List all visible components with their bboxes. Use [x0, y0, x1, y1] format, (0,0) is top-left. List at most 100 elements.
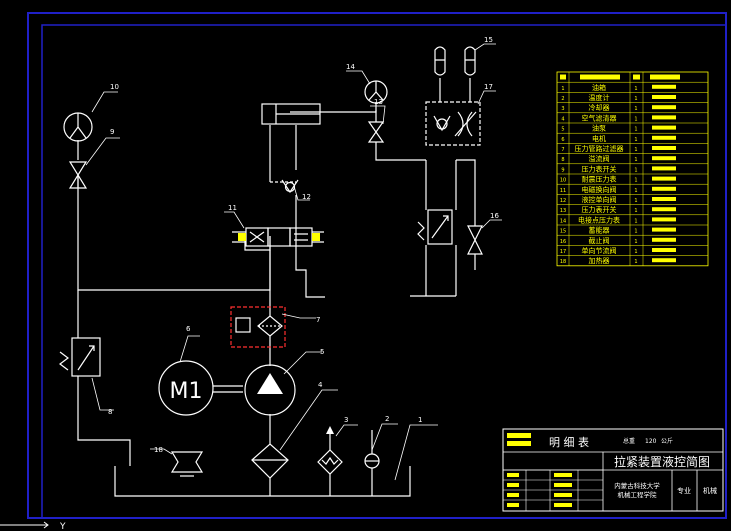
part-quantity: 1 — [634, 116, 637, 122]
part-quantity: 1 — [634, 86, 637, 92]
part-number: 11 — [560, 188, 566, 194]
check-valve-seat-17 — [433, 115, 451, 132]
part-quantity: 1 — [634, 229, 637, 235]
drawing-title: 拉紧装置液控简图 — [614, 454, 710, 469]
parts-list-table: 1 油箱 12 温度计 13 冷却器 14 空气滤清器 15 油泵 16 电机 17 压力管路过滤器 18 溢… — [556, 71, 709, 267]
part-spec-mark — [652, 135, 676, 140]
part-name: 电磁换向阀 — [582, 185, 617, 194]
part-number: 5 — [561, 127, 564, 133]
leader-lines — [85, 43, 502, 481]
cooler-3 — [317, 449, 343, 475]
signature-cell-mark — [507, 473, 519, 477]
relief-valve-arrow — [77, 345, 95, 371]
part-name: 冷却器 — [589, 103, 610, 112]
axis-label: Y — [59, 522, 66, 531]
callout-12: 12 — [302, 193, 311, 201]
part-number: 15 — [560, 229, 566, 235]
callout-13: 13 — [374, 98, 383, 106]
part-number: 4 — [561, 116, 564, 122]
solenoid-valve-center-spool — [267, 227, 291, 247]
part-quantity: 1 — [634, 137, 637, 143]
part-spec-mark — [652, 248, 676, 252]
part-number: 12 — [560, 198, 566, 204]
valve-return-a — [244, 236, 271, 251]
signature-cell-mark — [554, 483, 572, 487]
callout-7: 7 — [316, 316, 320, 324]
part-quantity: 1 — [634, 167, 637, 173]
relief-return-line — [77, 376, 131, 466]
parts-table-header-mark — [560, 74, 566, 80]
leader-10 — [91, 91, 118, 113]
parts-table-header-mark — [580, 74, 620, 80]
throttle-adjust-17 — [454, 111, 477, 137]
part-number: 2 — [561, 96, 564, 102]
accumulator-15-b — [464, 46, 476, 76]
leader-13 — [370, 105, 386, 125]
motor-label: M1 — [170, 379, 203, 404]
ucs-axis-indicator: Y — [0, 521, 66, 531]
callout-10: 10 — [110, 83, 119, 91]
callout-16: 16 — [490, 212, 499, 220]
callout-17: 17 — [484, 83, 493, 91]
leader-15 — [474, 43, 496, 51]
motor-coupling — [213, 385, 243, 393]
check-throttle-box — [425, 101, 481, 146]
part-spec-mark — [652, 95, 676, 99]
part-spec-mark — [652, 197, 676, 201]
callout-3: 3 — [344, 416, 348, 424]
part-number: 1 — [561, 86, 564, 92]
leader-7 — [281, 313, 316, 319]
part-name: 溢流阀 — [589, 154, 610, 163]
parts-table-row: 11 电磁换向阀 1 — [560, 185, 676, 194]
part-name: 电接点压力表 — [578, 215, 620, 224]
parts-table-header-mark — [650, 74, 680, 80]
part-quantity: 1 — [634, 127, 637, 133]
signature-cell-mark — [554, 473, 572, 477]
part-name: 温度计 — [589, 93, 610, 102]
part-number: 18 — [560, 259, 566, 265]
part-quantity: 1 — [634, 188, 637, 194]
callout-14: 14 — [346, 63, 355, 71]
part-number: 14 — [560, 218, 566, 224]
leader-9 — [85, 137, 120, 166]
parts-table-row: 14 电接点压力表 1 — [560, 215, 676, 224]
part-name: 油泵 — [592, 124, 606, 133]
cooler-arrow-head — [326, 426, 334, 434]
signature-cell-mark — [507, 503, 519, 507]
callout-8: 8 — [108, 408, 112, 416]
part-spec-mark — [652, 237, 676, 242]
part-name: 压力表开关 — [582, 164, 617, 173]
part-quantity: 1 — [634, 157, 637, 163]
part-spec-mark — [652, 146, 676, 150]
part-spec-mark — [652, 84, 676, 89]
part-spec-mark — [652, 115, 676, 120]
right-relief-spring — [417, 221, 425, 241]
part-name: 压力管路过滤器 — [575, 144, 624, 153]
leader-2 — [371, 423, 398, 451]
major-label: 专业 — [677, 486, 691, 495]
parts-table-row: 7 压力管路过滤器 1 — [561, 144, 676, 153]
leader-8 — [91, 377, 114, 411]
part-name: 空气滤清器 — [582, 113, 617, 122]
callout-4: 4 — [318, 381, 323, 389]
part-spec-mark — [652, 217, 676, 222]
parts-table-row: 18 加热器 1 — [560, 256, 676, 265]
callout-9: 9 — [110, 128, 114, 136]
part-name: 压力表开关 — [582, 205, 617, 214]
signature-cell-mark — [507, 483, 519, 487]
part-quantity: 1 — [634, 239, 637, 245]
part-name: 电机 — [592, 134, 606, 143]
part-quantity: 1 — [634, 249, 637, 255]
callout-18: 18 — [154, 446, 163, 454]
signature-cell-mark — [554, 503, 572, 507]
part-spec-mark — [652, 176, 676, 181]
pump-triangle — [257, 373, 283, 394]
circuit-lines — [77, 78, 481, 497]
parts-table-row: 6 电机 1 — [561, 134, 676, 143]
organization-line-2: 机械工程学院 — [618, 490, 658, 499]
cutoff-valve-16 — [467, 225, 483, 255]
parts-table-row: 17 单向节流阀 1 — [560, 246, 676, 255]
parts-table-header-mark — [633, 74, 640, 80]
title-block-mark-2 — [507, 441, 531, 446]
part-spec-mark — [652, 227, 676, 232]
